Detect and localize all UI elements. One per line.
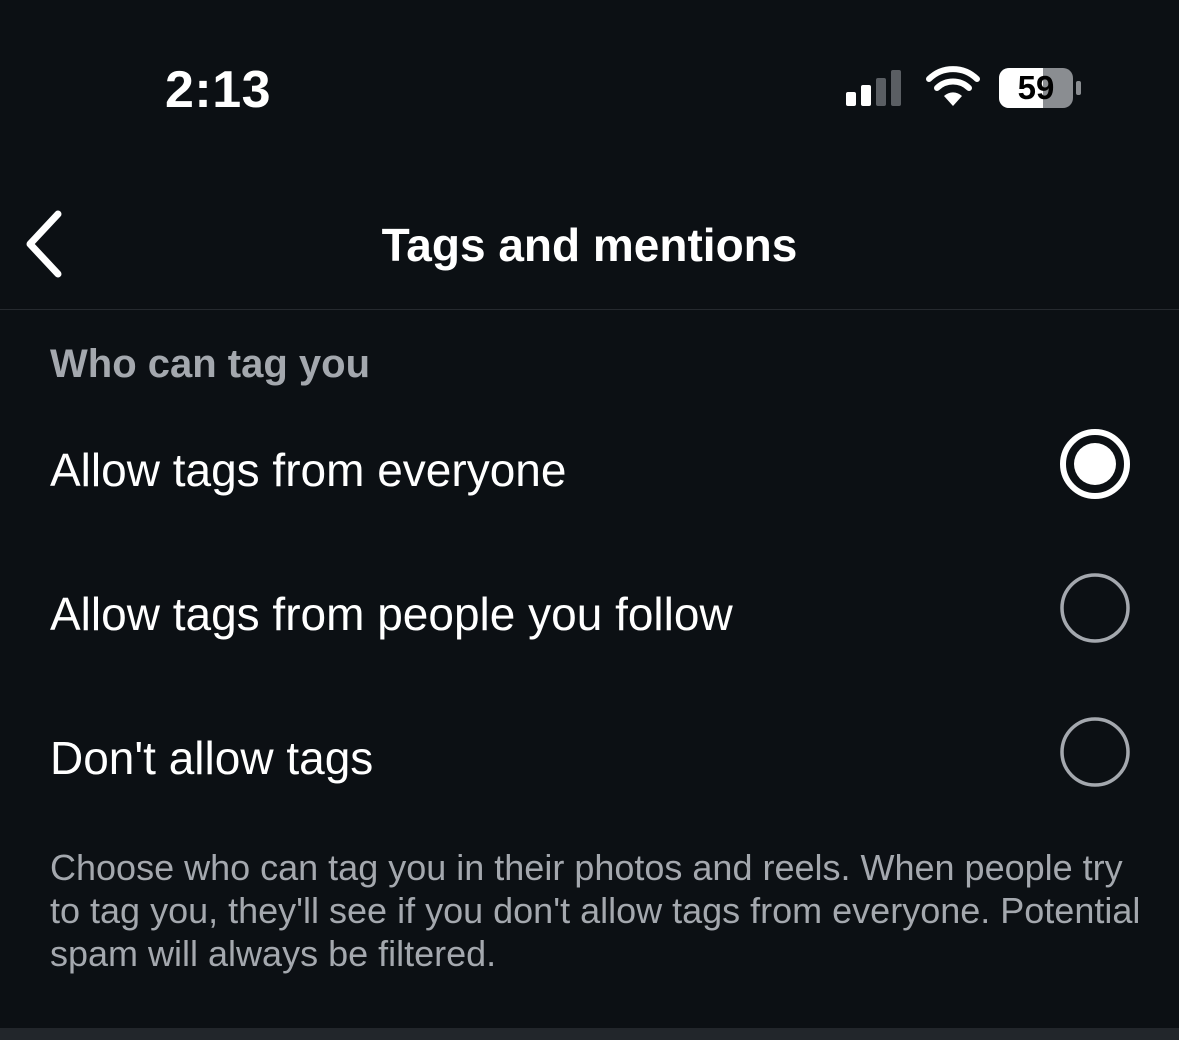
option-dont-allow[interactable]: Don't allow tags (0, 693, 1179, 813)
option-allow-everyone[interactable]: Allow tags from everyone (0, 405, 1179, 525)
battery-percent: 59 (1017, 69, 1055, 106)
section-title: Who can tag you (50, 342, 370, 386)
battery-indicator: 59 (998, 67, 1082, 109)
option-allow-following[interactable]: Allow tags from people you follow (0, 549, 1179, 669)
status-bar: 2:13 59 (0, 0, 1179, 170)
nav-header: Tags and mentions (0, 170, 1179, 310)
radio-selected-icon[interactable] (1058, 427, 1132, 501)
cellular-signal-icon (846, 70, 901, 106)
section-description: Choose who can tag you in their photos a… (50, 847, 1141, 974)
wifi-icon (926, 66, 980, 106)
radio-unselected-icon[interactable] (1058, 571, 1132, 645)
radio-unselected-icon[interactable] (1058, 715, 1132, 789)
option-label: Don't allow tags (50, 732, 374, 784)
status-time: 2:13 (165, 61, 272, 119)
page-title: Tags and mentions (381, 219, 798, 271)
bottom-divider (0, 1028, 1179, 1040)
option-label: Allow tags from people you follow (50, 588, 733, 640)
option-label: Allow tags from everyone (50, 444, 567, 496)
